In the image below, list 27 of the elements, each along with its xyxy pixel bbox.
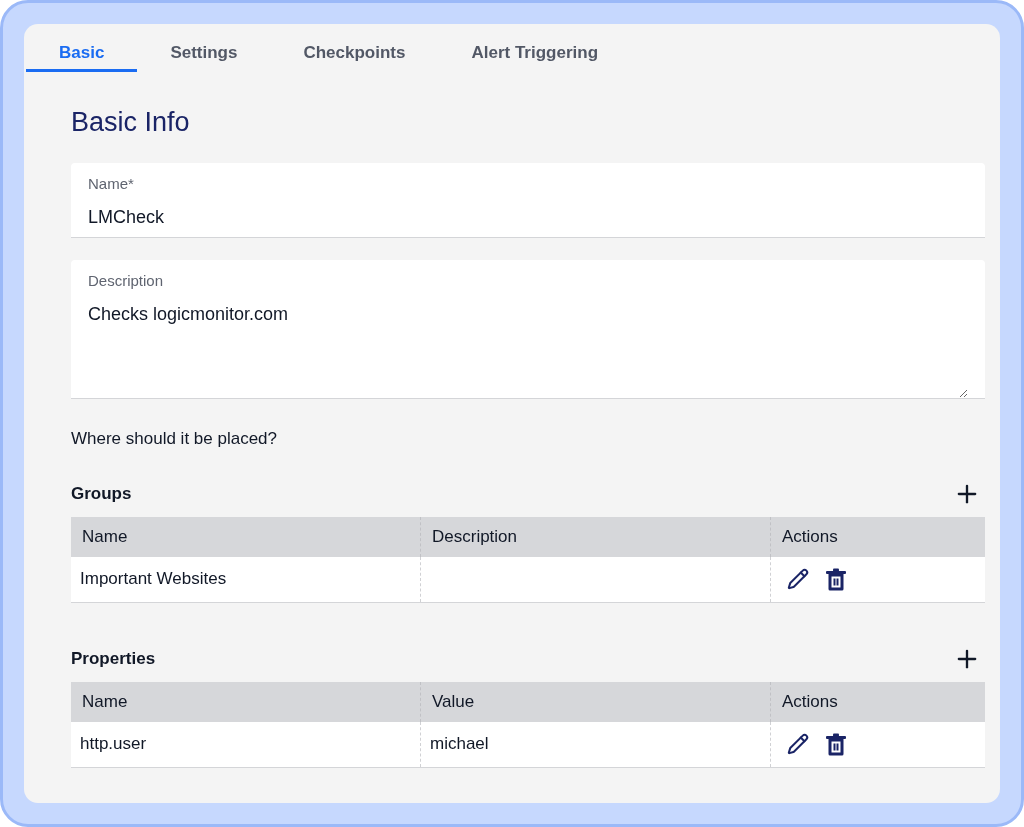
placement-prompt: Where should it be placed? xyxy=(71,428,278,450)
edit-icon[interactable] xyxy=(787,733,809,755)
table-title: Groups xyxy=(71,482,132,505)
description-textarea[interactable]: Checks logicmonitor.com xyxy=(88,300,968,398)
name-input[interactable]: LMCheck xyxy=(88,203,968,231)
table-cell-text: http.user xyxy=(79,733,148,756)
edit-icon[interactable] xyxy=(787,568,809,590)
table-cell: michael xyxy=(420,721,770,767)
column-header: Actions xyxy=(770,681,985,722)
table-title: Properties xyxy=(71,647,156,670)
column-header: Value xyxy=(420,681,770,722)
column-header: Name xyxy=(81,690,129,713)
tab[interactable]: Settings xyxy=(137,37,271,72)
description-field[interactable]: Description Checks logicmonitor.com xyxy=(71,260,985,399)
tab[interactable]: Checkpoints xyxy=(270,37,439,72)
name-field[interactable]: Name* LMCheck xyxy=(71,163,985,238)
column-header: Actions xyxy=(770,516,985,557)
field-label: Name* xyxy=(88,174,134,194)
tab[interactable]: Basic xyxy=(26,37,138,72)
tab[interactable]: Alert Triggering xyxy=(438,37,632,72)
column-header: Name xyxy=(81,525,129,548)
trash-icon[interactable] xyxy=(825,567,847,591)
trash-icon[interactable] xyxy=(825,732,847,756)
column-header: Description xyxy=(420,516,770,557)
field-label: Description xyxy=(88,271,164,291)
table-cell-text: Important Websites xyxy=(79,568,228,591)
section-heading: Basic Info xyxy=(71,109,190,136)
